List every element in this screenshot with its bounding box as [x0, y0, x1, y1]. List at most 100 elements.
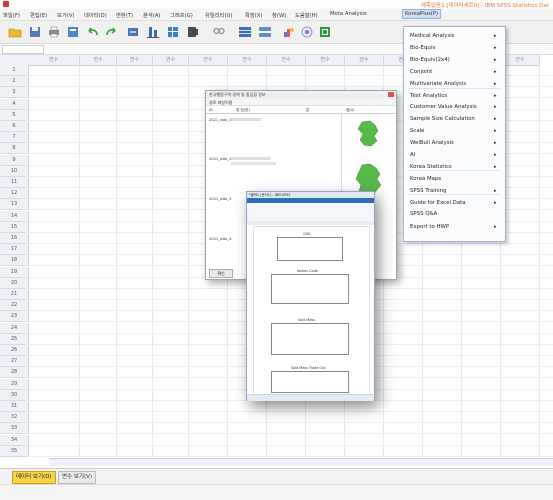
menu-item-text-analytics[interactable]: Text Analytics ▸ [404, 91, 505, 102]
open-folder-icon[interactable] [8, 25, 22, 39]
goto-case-icon[interactable] [126, 25, 140, 39]
row-header[interactable]: 29 [0, 379, 29, 390]
row-header[interactable]: 5 [0, 110, 29, 121]
row-header[interactable]: 27 [0, 356, 29, 367]
menu-item-weibull-analysis[interactable]: WeiBull Analysis ▸ [404, 138, 505, 149]
submenu-arrow-icon: ▸ [494, 104, 497, 110]
row-header[interactable]: 26 [0, 345, 29, 356]
menu-item-ai[interactable]: AI ▸ [404, 150, 505, 161]
menu-item-spss-q-a[interactable]: SPSS Q&A [404, 209, 505, 220]
value-labels-icon[interactable] [300, 25, 314, 39]
row-header[interactable]: 2 [0, 76, 29, 87]
row-header[interactable]: 8 [0, 143, 29, 154]
row-header[interactable]: 18 [0, 255, 29, 266]
dialog-name-text [231, 118, 261, 121]
menu-view[interactable]: 보기(V) [57, 11, 75, 19]
menu-item-scale[interactable]: Scale ▸ [404, 126, 505, 137]
menu-file[interactable]: 파일(F) [3, 11, 20, 19]
column-header[interactable]: 변수 [345, 55, 384, 66]
column-header[interactable]: 변수 [306, 55, 345, 66]
tab-data-view[interactable]: 데이터 보기(D) [12, 471, 56, 484]
close-icon[interactable] [388, 92, 394, 97]
menu-meta-analysis[interactable]: Meta Analysis [330, 11, 367, 17]
menu-analyze[interactable]: 분석(A) [143, 11, 161, 19]
column-header[interactable]: 변수 [80, 55, 117, 66]
row-header[interactable]: 23 [0, 311, 29, 322]
menu-extensions[interactable]: 확장(X) [245, 11, 263, 19]
menu-item-medical-analysis[interactable]: Medical Analysis ▸ [404, 31, 505, 42]
redo-icon[interactable] [104, 25, 118, 39]
row-header[interactable]: 11 [0, 177, 29, 188]
menu-koreaplus[interactable]: KoreaPlus(P) [402, 9, 442, 19]
menu-transform[interactable]: 변환(T) [116, 11, 133, 19]
column-header[interactable]: 변수 [117, 55, 153, 66]
menu-item-export-to-hwp[interactable]: Export to HWP ▸ [404, 222, 505, 233]
insert-variable-icon[interactable] [238, 25, 252, 39]
column-header[interactable]: 변수 [189, 55, 228, 66]
row-header[interactable]: 16 [0, 233, 29, 244]
menu-item-guide-for-excel-data[interactable]: Guide for Excel Data ▸ [404, 198, 505, 209]
row-header[interactable]: 24 [0, 323, 29, 334]
row-header[interactable]: 6 [0, 121, 29, 132]
submenu-arrow-icon: ▸ [494, 188, 497, 194]
column-header[interactable]: 변수 [153, 55, 189, 66]
save-icon[interactable] [28, 25, 42, 39]
weight-cases-icon[interactable] [282, 25, 296, 39]
row-header[interactable]: 4 [0, 99, 29, 110]
menu-utilities[interactable]: 유틸리티(U) [205, 11, 233, 19]
dialog-ok-button[interactable]: 확인 [209, 269, 233, 278]
row-header[interactable]: 34 [0, 435, 29, 446]
row-header[interactable]: 9 [0, 155, 29, 166]
row-header[interactable]: 14 [0, 211, 29, 222]
row-header[interactable]: 1 [0, 65, 29, 76]
column-header[interactable]: 변수 [501, 55, 540, 66]
menu-item-sample-size-calculation[interactable]: Sample Size Calculation ▸ [404, 114, 505, 125]
menu-help[interactable]: 도움말(H) [295, 11, 318, 19]
row-header[interactable]: 19 [0, 267, 29, 278]
row-header[interactable]: 17 [0, 244, 29, 255]
horizontal-scrollbar[interactable] [50, 458, 553, 466]
column-header[interactable]: 변수 [228, 55, 267, 66]
row-header[interactable]: 7 [0, 132, 29, 143]
row-header[interactable]: 33 [0, 423, 29, 434]
undo-icon[interactable] [86, 25, 100, 39]
row-header[interactable]: 10 [0, 166, 29, 177]
row-header[interactable]: 13 [0, 199, 29, 210]
column-header[interactable]: 변수 [28, 55, 80, 66]
row-header[interactable]: 28 [0, 367, 29, 378]
row-header[interactable]: 22 [0, 300, 29, 311]
row-header[interactable]: 20 [0, 278, 29, 289]
find-icon[interactable] [212, 25, 226, 39]
menu-item-korea-maps[interactable]: Korea Maps [404, 174, 505, 185]
tab-variable-view[interactable]: 변수 보기(V) [58, 471, 97, 484]
row-header[interactable]: 32 [0, 412, 29, 423]
menu-edit[interactable]: 편집(E) [30, 11, 47, 19]
row-header[interactable]: 25 [0, 334, 29, 345]
use-variable-sets-icon[interactable] [318, 25, 332, 39]
insert-cases-icon[interactable] [186, 25, 200, 39]
column-header[interactable]: 변수 [267, 55, 306, 66]
row-header[interactable]: 3 [0, 87, 29, 98]
row-header[interactable]: 12 [0, 188, 29, 199]
menu-item-bio-equiv-2x4[interactable]: Bio-Equiv(2x4) ▸ [404, 55, 505, 66]
split-file-icon[interactable] [258, 25, 272, 39]
print-icon[interactable] [47, 25, 61, 39]
menu-graphs[interactable]: 그래프(G) [170, 11, 193, 19]
goto-variable-icon[interactable] [146, 25, 160, 39]
row-header[interactable]: 21 [0, 289, 29, 300]
menu-item-korea-statistics[interactable]: Korea Statistics ▸ [404, 162, 505, 173]
output-table [271, 371, 349, 393]
menu-item-spss-training[interactable]: SPSS Training ▸ [404, 186, 505, 197]
menu-data[interactable]: 데이터(D) [84, 11, 107, 19]
menu-window[interactable]: 창(W) [272, 11, 286, 19]
variables-icon[interactable] [166, 25, 180, 39]
menu-item-bio-equiv[interactable]: Bio-Equiv ▸ [404, 43, 505, 54]
row-header[interactable]: 35 [0, 446, 29, 457]
row-header[interactable]: 31 [0, 401, 29, 412]
menu-item-customer-value-analysis[interactable]: Customer Value Analysis ▸ [404, 102, 505, 113]
recall-dialog-icon[interactable] [66, 25, 80, 39]
menu-item-conjoint[interactable]: Conjoint ▸ [404, 67, 505, 78]
cell-reference-input[interactable] [2, 45, 44, 54]
row-header[interactable]: 30 [0, 390, 29, 401]
row-header[interactable]: 15 [0, 222, 29, 233]
